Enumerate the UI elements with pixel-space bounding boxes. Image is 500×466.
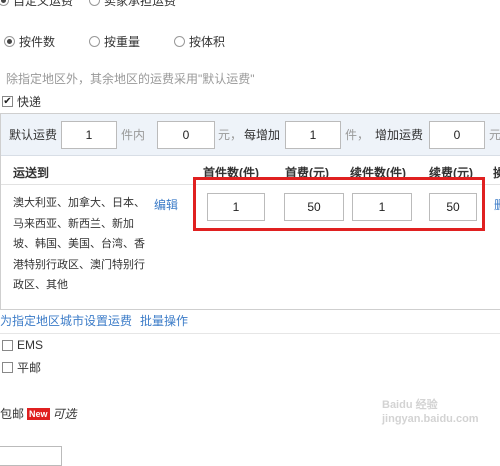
radio-seller-pays[interactable] <box>89 0 101 6</box>
unit-within-label: 件内 <box>120 128 145 142</box>
header-ops: 操 <box>493 166 500 180</box>
add-fee-label: 增加运费 <box>375 128 424 142</box>
divider <box>0 333 500 334</box>
express-option[interactable]: ✔ 快递 <box>2 93 41 110</box>
region-line: 港特别行政区、澳门特别行 <box>13 258 145 271</box>
add-qty-input[interactable]: 1 <box>285 120 341 149</box>
calc-mode-row: 按件数 按重量 按体积 <box>4 32 225 50</box>
each-add-label: 每增加 <box>244 128 281 142</box>
express-checkbox[interactable]: ✔ <box>2 96 13 107</box>
by-volume-label: 按体积 <box>189 34 226 49</box>
first-fee-input[interactable]: 0 <box>157 120 215 149</box>
radio-by-weight[interactable] <box>89 35 101 47</box>
actions-row: 为指定地区城市设置运费 批量操作 <box>0 312 188 329</box>
region-list: 澳大利亚、加拿大、日本、 马来西亚、新西兰、新加 坡、韩国、美国、台湾、香 港特… <box>13 193 148 296</box>
default-fee-bar: 默认运费 1 件内 0 元， 每增加 1 件， 增加运费 0 元 <box>1 114 500 156</box>
add-fee-input[interactable]: 0 <box>429 120 485 149</box>
new-badge: New <box>27 407 50 420</box>
region-line: 坡、韩国、美国、台湾、香 <box>13 238 145 250</box>
radio-custom-fee[interactable] <box>0 0 9 6</box>
region-line: 澳大利亚、加拿大、日本、 <box>13 197 145 209</box>
unit-piece-label: 件， <box>344 128 369 142</box>
region-line: 马来西亚、新西兰、新加 <box>13 217 134 230</box>
pingyou-option[interactable]: 平邮 <box>2 359 41 376</box>
radio-by-volume[interactable] <box>174 35 186 47</box>
by-piece-label: 按件数 <box>19 34 56 49</box>
batch-operations-link[interactable]: 批量操作 <box>140 312 188 329</box>
ems-label: EMS <box>17 338 44 352</box>
default-fee-hint: 除指定地区外，其余地区的运费采用"默认运费" <box>6 72 255 86</box>
delete-row-link[interactable]: 删 <box>494 196 500 213</box>
pricing-mode-row: 自定义运费 卖家承担运费 <box>0 0 176 9</box>
default-fee-label: 默认运费 <box>9 128 58 142</box>
edit-regions-link[interactable]: 编辑 <box>154 196 178 213</box>
watermark-logo: Baidu 经验 jingyan.baidu.com <box>382 398 487 427</box>
free-shipping-optional[interactable]: 可选 <box>53 405 77 422</box>
set-city-fee-link[interactable]: 为指定地区城市设置运费 <box>0 312 132 329</box>
yuan-comma-label: 元， <box>217 128 242 142</box>
radio-by-piece[interactable] <box>4 35 15 47</box>
highlight-box <box>193 177 485 231</box>
header-ship-to: 运送到 <box>13 166 50 180</box>
bottom-partial-input[interactable] <box>0 446 62 466</box>
first-qty-input[interactable]: 1 <box>61 120 117 149</box>
ems-option[interactable]: EMS <box>2 338 43 352</box>
free-shipping-row: 包邮 New 可选 <box>0 405 77 422</box>
pingyou-checkbox[interactable] <box>2 362 13 373</box>
free-shipping-label: 包邮 <box>0 407 25 421</box>
region-line: 政区、其他 <box>13 279 68 291</box>
by-weight-label: 按重量 <box>104 34 141 49</box>
ems-checkbox[interactable] <box>2 339 13 351</box>
custom-fee-label: 自定义运费 <box>13 0 74 8</box>
express-label: 快递 <box>17 95 42 109</box>
seller-pays-label: 卖家承担运费 <box>104 0 177 8</box>
pingyou-label: 平邮 <box>17 361 42 375</box>
yuan-label: 元 <box>488 128 500 142</box>
watermark-text: Baidu 经验 jingyan.baidu.com <box>382 399 479 425</box>
